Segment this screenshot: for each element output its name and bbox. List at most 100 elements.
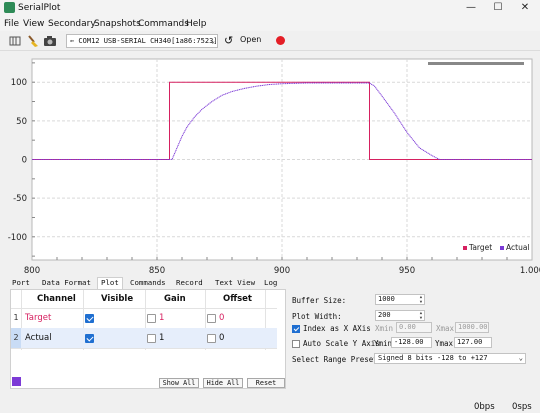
buffer-size-value: 1000	[378, 295, 395, 303]
range-preset-value: Signed 8 bits -128 to +127	[378, 354, 488, 362]
table-divider	[11, 348, 277, 349]
ymax-value: 127.00	[457, 338, 483, 346]
tab-commands[interactable]: Commands	[130, 278, 166, 287]
chevron-down-icon: ⌄	[210, 37, 215, 45]
settings-tabs: Port Data Format Plot Commands Record Te…	[0, 277, 540, 289]
tab-log[interactable]: Log	[264, 278, 277, 287]
panel-icon[interactable]	[8, 34, 22, 48]
tab-text-view[interactable]: Text View	[215, 278, 255, 287]
offset-checkbox[interactable]	[207, 314, 216, 323]
window-title: SerialPlot	[18, 3, 61, 13]
offset-value[interactable]: 0	[219, 313, 224, 323]
tx-rate: 0sps	[512, 402, 532, 412]
xmax-value: 1000.00	[458, 323, 488, 331]
xmax-label: Xmax	[436, 324, 455, 333]
channel-color-swatch[interactable]	[12, 377, 21, 386]
legend-swatch	[500, 246, 504, 250]
y-tick-label: 100	[11, 78, 27, 88]
menu-file[interactable]: File	[4, 19, 19, 29]
port-select[interactable]: ⇐ COM12 USB-SERIAL CH340[1a86:7523] ⌄	[66, 34, 218, 48]
auto-scale-label: Auto Scale Y Axis	[303, 339, 380, 348]
channel-name[interactable]: Actual	[25, 333, 52, 343]
index-as-x-checkbox[interactable]	[292, 325, 300, 333]
refresh-icon[interactable]: ↺	[224, 34, 233, 47]
maximize-button[interactable]: ☐	[489, 1, 507, 15]
channel-name[interactable]: Target	[25, 313, 51, 323]
menu-snapshots[interactable]: Snapshots	[94, 19, 141, 29]
menu-secondary[interactable]: Secondary	[48, 19, 96, 29]
plot-width-label: Plot Width:	[292, 312, 342, 321]
ymax-input[interactable]: 127.00	[454, 337, 492, 348]
column-header-offset: Offset	[223, 294, 252, 304]
hide-all-button[interactable]: Hide All	[203, 378, 243, 388]
y-tick-label: 0	[22, 156, 27, 166]
table-row[interactable]: 1 Target 1 0	[11, 308, 277, 328]
range-preset-select[interactable]: Signed 8 bits -128 to +127 ⌄	[374, 353, 526, 364]
port-value: ⇐ COM12 USB-SERIAL CH340[1a86:7523]	[70, 37, 218, 45]
spin-arrows-icon[interactable]: ▲ ▼	[418, 294, 424, 304]
title-bar: SerialPlot — ☐ ✕	[0, 0, 540, 17]
menu-help[interactable]: Help	[186, 19, 207, 29]
tab-record[interactable]: Record	[176, 278, 203, 287]
x-tick-label: 800	[24, 266, 40, 276]
xmin-label: Xmin	[375, 324, 394, 333]
ymin-value: -128.00	[394, 338, 424, 346]
chevron-down-icon: ⌄	[518, 354, 523, 362]
tab-data-format[interactable]: Data Format	[42, 278, 91, 287]
column-header-channel: Channel	[37, 294, 76, 304]
gain-value[interactable]: 1	[159, 333, 164, 343]
xmin-input[interactable]: 0.00	[396, 322, 432, 333]
offset-checkbox[interactable]	[207, 334, 216, 343]
minimize-button[interactable]: —	[462, 1, 480, 15]
menu-view[interactable]: View	[23, 19, 44, 29]
row-number: 1	[13, 313, 19, 322]
table-row[interactable]: 2 Actual 1 0	[11, 328, 277, 348]
x-tick-label: 950	[399, 266, 415, 276]
column-header-visible: Visible	[101, 294, 134, 304]
auto-scale-checkbox[interactable]	[292, 340, 300, 348]
ymin-input[interactable]: -128.00	[391, 337, 432, 348]
spin-arrows-icon[interactable]: ▲ ▼	[418, 310, 424, 320]
zoom-scroll-indicator	[428, 62, 524, 65]
xmax-input[interactable]: 1000.00	[455, 322, 489, 333]
camera-icon[interactable]	[43, 34, 57, 48]
plot-width-input[interactable]: 200 ▲ ▼	[375, 310, 425, 321]
row-number: 2	[11, 328, 21, 348]
toolbar: ⇐ COM12 USB-SERIAL CH340[1a86:7523] ⌄ ↺ …	[0, 31, 540, 51]
reset-button[interactable]: Reset	[247, 378, 285, 388]
menu-commands[interactable]: Commands	[138, 19, 189, 29]
tab-port[interactable]: Port	[12, 278, 30, 287]
y-tick-label: -50	[13, 194, 27, 204]
visible-checkbox[interactable]	[85, 334, 94, 343]
legend-swatch	[463, 246, 467, 250]
plot-area[interactable]: 100 50 0 -50 -100 800 850 900 950 1.000 Target Actu…	[0, 51, 540, 277]
y-tick-label: 50	[16, 117, 27, 127]
offset-value[interactable]: 0	[219, 333, 224, 343]
clear-icon[interactable]	[26, 34, 40, 48]
x-tick-label: 1.000	[520, 266, 540, 276]
channel-table: Channel Visible Gain Offset 1 Target 1 0…	[10, 289, 286, 389]
range-preset-label: Select Range Preset:	[292, 355, 383, 364]
column-header-gain: Gain	[164, 294, 186, 304]
xmin-value: 0.00	[399, 323, 416, 331]
gain-checkbox[interactable]	[147, 314, 156, 323]
rx-rate: 0bps	[474, 402, 495, 412]
status-bar: 0bps 0sps	[0, 401, 540, 413]
gain-value[interactable]: 1	[159, 313, 164, 323]
y-tick-label: -100	[8, 233, 27, 243]
x-tick-label: 900	[274, 266, 290, 276]
tab-plot[interactable]: Plot	[97, 277, 123, 289]
chart[interactable]: 100 50 0 -50 -100 800 850 900 950 1.000 Target Actu…	[0, 51, 540, 277]
gain-checkbox[interactable]	[147, 334, 156, 343]
buffer-size-input[interactable]: 1000 ▲ ▼	[375, 294, 425, 305]
legend-label: Target	[468, 243, 492, 252]
close-button[interactable]: ✕	[516, 1, 534, 15]
open-button[interactable]: Open	[240, 35, 261, 44]
legend-label: Actual	[506, 243, 530, 252]
show-all-button[interactable]: Show All	[159, 378, 199, 388]
x-tick-label: 850	[149, 266, 165, 276]
visible-checkbox[interactable]	[85, 314, 94, 323]
ymax-label: Ymax	[435, 339, 454, 348]
record-icon[interactable]	[276, 36, 285, 45]
ymin-label: Ymin	[374, 339, 393, 348]
